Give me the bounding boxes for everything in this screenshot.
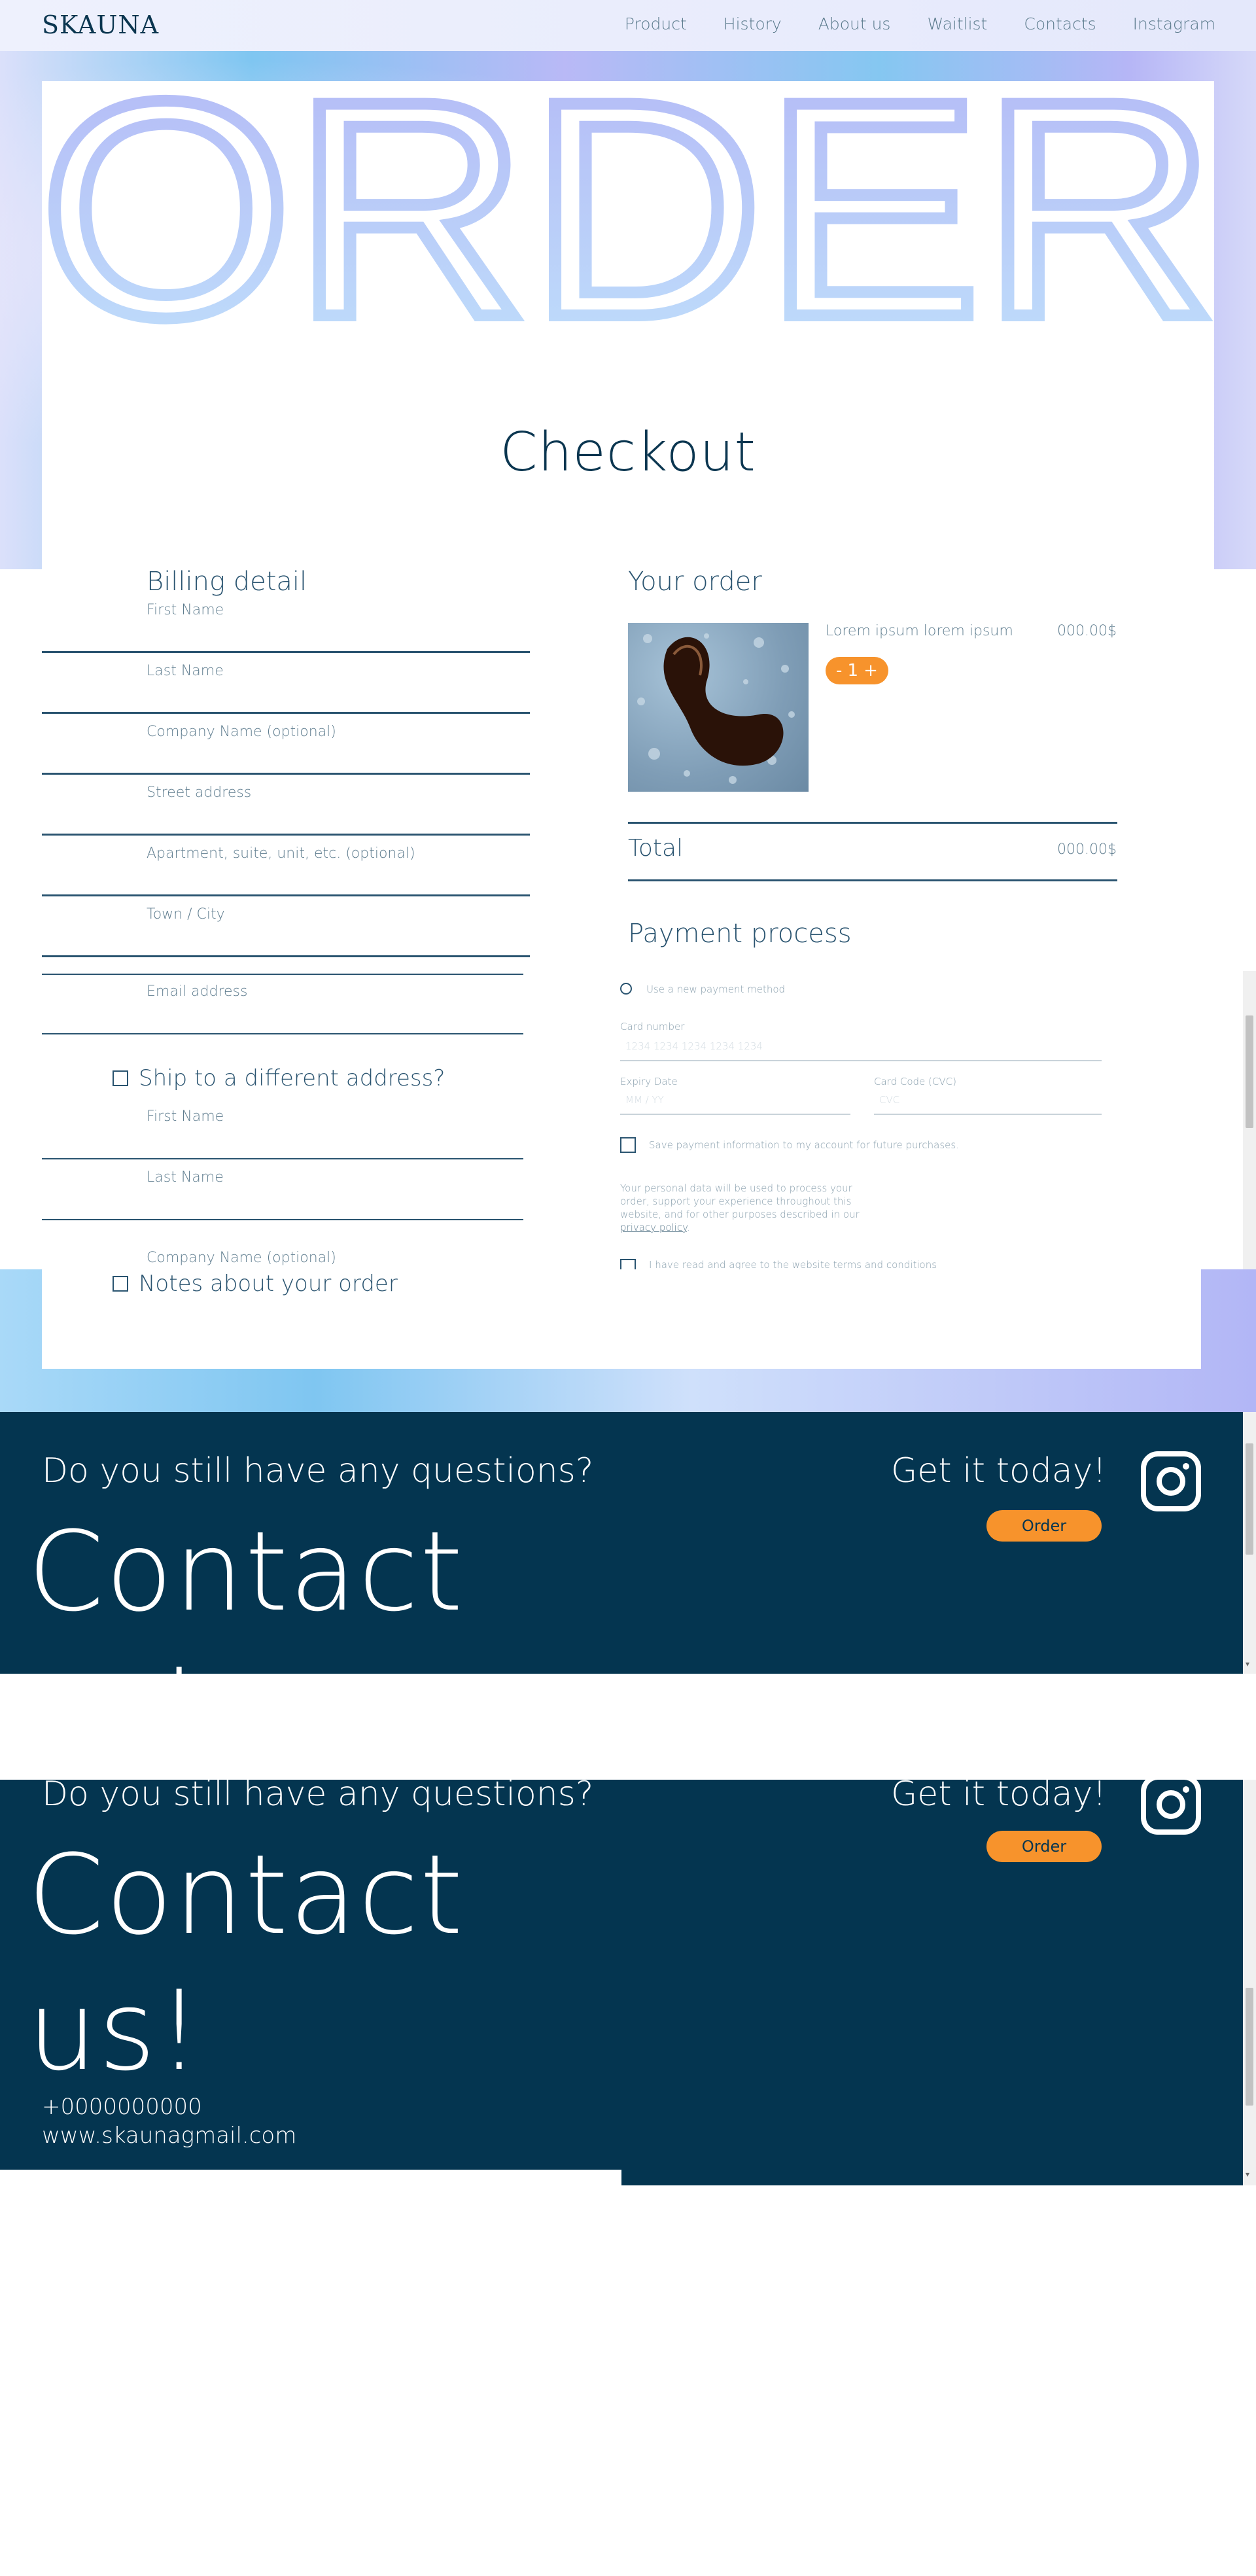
- email-placeholder: Email address: [147, 983, 248, 1000]
- footer-website[interactable]: www.skaunagmail.com: [42, 2123, 296, 2149]
- apartment-field[interactable]: Apartment, suite, unit, etc. (optional): [42, 836, 530, 896]
- ship-first-name-placeholder: First Name: [147, 1108, 224, 1125]
- new-payment-radio[interactable]: [620, 983, 632, 995]
- cvc-underline: [874, 1114, 1102, 1115]
- terms-label: I have read and agree to the website ter…: [649, 1259, 937, 1269]
- expiry-input[interactable]: MM / YY: [625, 1094, 664, 1106]
- footer-scrollbar-thumb[interactable]: [1246, 1443, 1253, 1555]
- cvc-label: Card Code (CVC): [874, 1076, 956, 1087]
- expiry-underline: [620, 1114, 850, 1115]
- card-number-input[interactable]: 1234 1234 1234 1234 1234: [625, 1040, 763, 1052]
- card-number-label: Card number: [620, 1021, 685, 1032]
- street-address-field[interactable]: Street address: [42, 775, 530, 836]
- your-order-title: Your order: [628, 567, 762, 597]
- form-scrollbar-thumb[interactable]: [1246, 1015, 1253, 1128]
- checkout-title: Checkout: [500, 421, 756, 484]
- footer-order-button[interactable]: Order: [986, 1831, 1102, 1862]
- extra-field[interactable]: [42, 915, 523, 975]
- footer: Do you still have any questions? Contact…: [0, 1780, 1243, 2170]
- footer-contact-heading: Contact: [27, 1831, 464, 1959]
- instagram-icon[interactable]: [1141, 1451, 1201, 1511]
- ship-last-name-field[interactable]: Last Name: [42, 1160, 523, 1220]
- email-field[interactable]: Email address: [42, 974, 523, 1034]
- footer-question: Do you still have any questions?: [42, 1451, 594, 1491]
- quantity-stepper[interactable]: - 1 +: [826, 657, 888, 684]
- save-payment-checkbox[interactable]: [620, 1137, 636, 1153]
- footer-scrollbar-thumb-2[interactable]: [1246, 1988, 1253, 2106]
- last-name-placeholder: Last Name: [147, 663, 224, 679]
- instagram-icon[interactable]: [1141, 1780, 1201, 1835]
- footer-contact-heading: Contact: [27, 1508, 464, 1636]
- ship-different-label: Ship to a different address?: [139, 1065, 445, 1091]
- terms-checkbox[interactable]: [620, 1259, 636, 1269]
- privacy-notice: Your personal data will be used to proce…: [620, 1182, 860, 1233]
- order-heading: ORDER: [42, 94, 1214, 369]
- company-name-placeholder: Company Name (optional): [147, 724, 336, 740]
- qty-plus-button[interactable]: +: [864, 661, 878, 680]
- expiry-label: Expiry Date: [620, 1076, 678, 1087]
- nav-link-instagram[interactable]: Instagram: [1133, 14, 1215, 33]
- order-word-text: ORDER: [42, 94, 1214, 369]
- apartment-placeholder: Apartment, suite, unit, etc. (optional): [147, 845, 415, 862]
- ship-company-placeholder: Company Name (optional): [147, 1250, 336, 1266]
- footer-order-button[interactable]: Order: [986, 1510, 1102, 1542]
- product-price: 000.00$: [1057, 623, 1117, 639]
- product-name: Lorem ipsum lorem ipsum: [826, 623, 1013, 639]
- privacy-policy-link[interactable]: privacy policy: [620, 1222, 687, 1233]
- order-divider-top: [628, 822, 1117, 824]
- ship-last-name-placeholder: Last Name: [147, 1169, 224, 1186]
- ship-first-name-field[interactable]: First Name: [42, 1099, 523, 1159]
- terms-row[interactable]: I have read and agree to the website ter…: [620, 1259, 1117, 1269]
- order-notes-checkbox[interactable]: [113, 1276, 128, 1292]
- last-name-field[interactable]: Last Name: [42, 654, 530, 714]
- first-name-placeholder: First Name: [147, 602, 224, 618]
- privacy-text: Your personal data will be used to proce…: [620, 1182, 860, 1220]
- cvc-input[interactable]: CVC: [879, 1094, 899, 1106]
- footer-scrollbar-2[interactable]: [1243, 1780, 1256, 2185]
- nav-link-waitlist[interactable]: Waitlist: [927, 14, 987, 33]
- product-image: [628, 623, 809, 792]
- footer-bottom-strip: [621, 2170, 1243, 2185]
- footer-contact-heading-2: us!: [27, 1654, 202, 1674]
- street-address-placeholder: Street address: [147, 785, 252, 801]
- payment-title: Payment process: [628, 919, 852, 949]
- nav-link-about[interactable]: About us: [818, 14, 891, 33]
- nav-link-contacts[interactable]: Contacts: [1024, 14, 1096, 33]
- order-divider-bottom: [628, 879, 1117, 881]
- footer-preview: Do you still have any questions? Contact…: [0, 1412, 1243, 1674]
- order-notes-row[interactable]: Notes about your order: [113, 1271, 398, 1297]
- ship-company-field[interactable]: Company Name (optional): [42, 1221, 523, 1269]
- logo[interactable]: SKAUNA: [42, 10, 159, 39]
- footer-bottom-notch: [0, 2170, 621, 2185]
- ship-different-row[interactable]: Ship to a different address?: [113, 1065, 445, 1091]
- card-number-underline: [620, 1060, 1102, 1061]
- hero-panel: ORDER Checkout: [42, 81, 1214, 569]
- ship-different-checkbox[interactable]: [113, 1070, 128, 1086]
- company-name-field[interactable]: Company Name (optional): [42, 715, 530, 775]
- nav-link-history[interactable]: History: [724, 14, 782, 33]
- scroll-down-arrow-icon[interactable]: ▾: [1246, 1659, 1249, 1668]
- new-payment-label: Use a new payment method: [646, 983, 786, 995]
- order-notes-label: Notes about your order: [139, 1271, 398, 1297]
- footer-get-it: Get it today!: [891, 1451, 1107, 1491]
- qty-minus-button[interactable]: -: [836, 661, 842, 680]
- footer-question: Do you still have any questions?: [42, 1780, 594, 1814]
- top-nav: SKAUNA Product History About us Waitlist…: [0, 0, 1256, 51]
- total-label: Total: [628, 835, 684, 862]
- nav-link-product[interactable]: Product: [625, 14, 687, 33]
- qty-value: 1: [847, 661, 859, 680]
- scroll-down-arrow-icon[interactable]: ▾: [1246, 2170, 1249, 2179]
- nav-links: Product History About us Waitlist Contac…: [625, 14, 1215, 33]
- save-payment-label: Save payment information to my account f…: [649, 1139, 959, 1151]
- footer-contact-heading-2: us!: [27, 1967, 203, 2095]
- footer-get-it: Get it today!: [891, 1780, 1107, 1814]
- total-value: 000.00$: [1057, 841, 1117, 858]
- footer-phone[interactable]: +0000000000: [42, 2094, 202, 2120]
- first-name-field[interactable]: First Name: [42, 593, 530, 653]
